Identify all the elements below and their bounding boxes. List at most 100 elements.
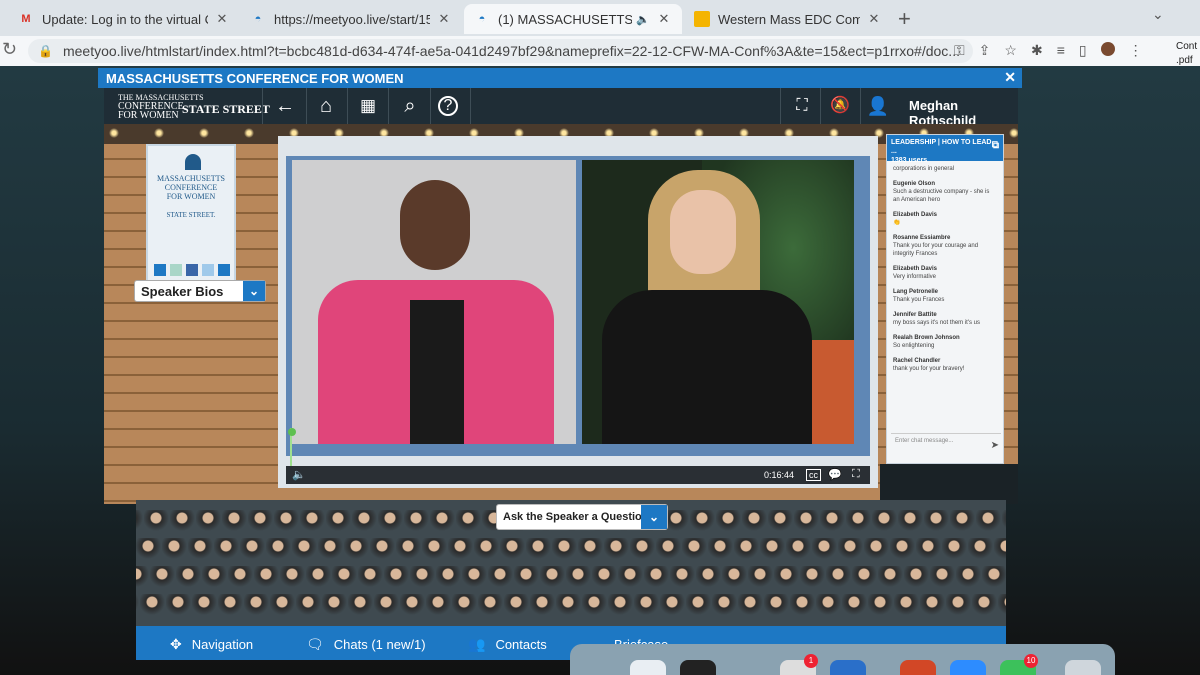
trash-icon[interactable] — [1065, 660, 1101, 675]
speaker-icon[interactable]: 🔈 — [636, 13, 650, 26]
back-arrow-icon[interactable]: ← — [273, 94, 297, 118]
key-icon[interactable]: ⚿ — [954, 42, 965, 59]
tab-title: Western Mass EDC Communic — [718, 11, 860, 27]
send-icon[interactable]: ➤ — [991, 440, 999, 451]
calendar-icon[interactable]: ▦ — [356, 94, 380, 118]
chat-input[interactable]: Enter chat message... — [891, 433, 1001, 455]
volume-icon[interactable]: 🔈 — [292, 468, 306, 481]
sign-color-swatches — [154, 264, 230, 276]
ask-speaker-label: Ask the Speaker a Question — [503, 511, 649, 523]
close-tab-icon[interactable]: ✕ — [214, 11, 230, 27]
volume-slider-knob[interactable] — [288, 428, 296, 436]
state-house-dome-icon — [185, 154, 201, 170]
chat-panel: LEADERSHIP | HOW TO LEAD ... 1383 users … — [886, 134, 1004, 464]
toolbar-icons: ⚿ ⇪ ☆ ✱ ≡ ▯ ⋮ — [954, 42, 1143, 59]
app-title: MASSACHUSETTS CONFERENCE FOR WOMEN — [106, 71, 404, 86]
tab-title: https://meetyoo.live/start/15/M — [274, 11, 430, 27]
move-icon: ✥ — [170, 636, 182, 652]
lock-icon[interactable]: 🔒 — [38, 44, 53, 58]
app-title-bar: MASSACHUSETTS CONFERENCE FOR WOMEN ✕ — [98, 68, 1022, 88]
speaker-video-left — [292, 160, 576, 444]
help-icon[interactable]: ? — [438, 96, 458, 116]
speaker-bios-dropdown[interactable]: Speaker Bios ⌄ — [134, 280, 266, 302]
qna-icon[interactable]: 💬 — [828, 468, 842, 481]
address-bar-row: ↻ 🔒 meetyoo.live/htmlstart/index.html?t=… — [0, 36, 1200, 66]
adjacent-window-text: Cont .pdf — [1176, 41, 1198, 66]
close-tab-icon[interactable]: ✕ — [866, 11, 882, 27]
mute-notifications-icon[interactable]: 🔕 — [828, 94, 852, 118]
zoom-icon[interactable] — [950, 660, 986, 675]
tab-massachusetts-conference[interactable]: ◓ (1) MASSACHUSETTS CON 🔈 ✕ — [464, 4, 682, 34]
state-street-logo: STATE STREET — [182, 102, 270, 116]
side-panel-icon[interactable]: ▯ — [1079, 42, 1087, 59]
new-tab-button[interactable]: + — [898, 6, 911, 32]
chats-button[interactable]: 🗨 Chats (1 new/1) — [306, 636, 426, 653]
app-navigation-bar: THE MASSACHUSETTS CONFERENCE FOR WOMEN S… — [104, 88, 1018, 128]
profile-avatar[interactable] — [1100, 42, 1115, 56]
conference-sign: MASSACHUSETTS CONFERENCE FOR WOMEN STATE… — [146, 144, 236, 284]
tab-western-mass-edc[interactable]: Western Mass EDC Communic ✕ — [684, 4, 892, 34]
share-icon[interactable]: ⇪ — [979, 42, 991, 59]
bookmark-star-icon[interactable]: ☆ — [1004, 42, 1017, 59]
browser-tabstrip: M Update: Log in to the virtual Co ✕ ◓ h… — [0, 0, 1200, 36]
tab-gmail[interactable]: M Update: Log in to the virtual Co ✕ — [8, 4, 240, 34]
dock-app-icon[interactable] — [900, 660, 936, 675]
dock-app-icon[interactable] — [630, 660, 666, 675]
video-stream[interactable] — [286, 156, 870, 456]
chevron-down-icon[interactable]: ⌄ — [641, 505, 667, 529]
messages-icon[interactable]: 10 — [1000, 654, 1038, 675]
url-bar[interactable]: 🔒 meetyoo.live/htmlstart/index.html?t=bc… — [28, 39, 973, 63]
gmail-icon: M — [21, 13, 31, 25]
media-queue-icon[interactable]: ≡ — [1057, 42, 1065, 59]
navigation-button[interactable]: ✥ Navigation — [170, 636, 253, 653]
notification-badge: 10 — [1024, 654, 1038, 668]
chat-message: Jennifer Battite my boss says it's not th… — [893, 312, 980, 326]
meetyoo-icon: ◓ — [478, 13, 486, 25]
speaker-bios-label: Speaker Bios — [141, 284, 224, 299]
reload-icon[interactable]: ↻ — [2, 39, 17, 60]
tab-title: Update: Log in to the virtual Co — [42, 11, 208, 27]
chat-header: LEADERSHIP | HOW TO LEAD ... 1383 users … — [887, 135, 1003, 164]
dock-app-icon[interactable]: 1 — [780, 654, 818, 675]
tab-meetyoo-start[interactable]: ◓ https://meetyoo.live/start/15/M ✕ — [240, 4, 462, 34]
contacts-button[interactable]: 👥 Contacts — [468, 636, 547, 653]
chat-message: Lang Petronelle Thank you Frances — [893, 289, 945, 303]
chat-message: Rachel Chandler thank you for your braver… — [893, 358, 965, 372]
chevron-down-icon[interactable]: ⌄ — [243, 281, 265, 301]
captions-icon[interactable]: cc — [806, 469, 821, 481]
player-controls: 🔈 0:16:44 cc 💬 ⛶ — [286, 466, 870, 484]
tab-title: (1) MASSACHUSETTS CON — [498, 11, 633, 27]
chat-message: Realah Brown Johnson So enlightening — [893, 335, 960, 349]
contacts-icon: 👥 — [468, 636, 486, 652]
close-tab-icon[interactable]: ✕ — [436, 11, 452, 27]
ask-speaker-dropdown[interactable]: Ask the Speaker a Question ⌄ — [496, 504, 668, 530]
video-player[interactable]: 🔈 0:16:44 cc 💬 ⛶ — [278, 136, 878, 488]
speaker-video-right — [582, 160, 854, 444]
search-icon[interactable]: ⌕ — [398, 94, 422, 118]
close-icon[interactable]: ✕ — [1004, 69, 1016, 86]
extensions-icon[interactable]: ✱ — [1031, 42, 1043, 59]
url-text: meetyoo.live/htmlstart/index.html?t=bcbc… — [62, 43, 960, 59]
chat-message: Eugenie Olson Such a destructive company … — [893, 181, 990, 203]
meetyoo-icon: ◓ — [254, 13, 262, 25]
chat-message: Rosanne Essiambre Thank you for your cour… — [893, 235, 979, 257]
chat-message: Elizabeth Davis 👏 — [893, 212, 938, 226]
chat-icon: 🗨 — [306, 636, 324, 652]
dock-app-icon[interactable] — [680, 660, 716, 675]
chat-messages: corporations in general Eugenie Olson Suc… — [887, 161, 1003, 384]
chat-message: corporations in general — [893, 166, 955, 172]
virtual-stage: MASSACHUSETTS CONFERENCE FOR WOMEN STATE… — [104, 124, 1018, 504]
document-icon — [694, 11, 710, 27]
fullscreen-icon[interactable]: ⛶ — [852, 468, 860, 481]
fullscreen-icon[interactable]: ⛶ — [790, 94, 814, 118]
user-profile-icon[interactable]: 👤 — [866, 94, 890, 118]
chat-message: Elizabeth Davis Very informative — [893, 266, 938, 280]
playback-time: 0:16:44 — [764, 470, 795, 480]
macos-dock: 1 10 — [570, 644, 1115, 675]
close-tab-icon[interactable]: ✕ — [656, 11, 672, 27]
dock-app-icon[interactable] — [830, 660, 866, 675]
home-icon[interactable]: ⌂ — [314, 94, 338, 118]
tab-search-icon[interactable]: ⌄ — [1152, 6, 1164, 23]
kebab-menu-icon[interactable]: ⋮ — [1129, 42, 1143, 59]
popout-icon[interactable]: ⧉ — [992, 141, 999, 151]
